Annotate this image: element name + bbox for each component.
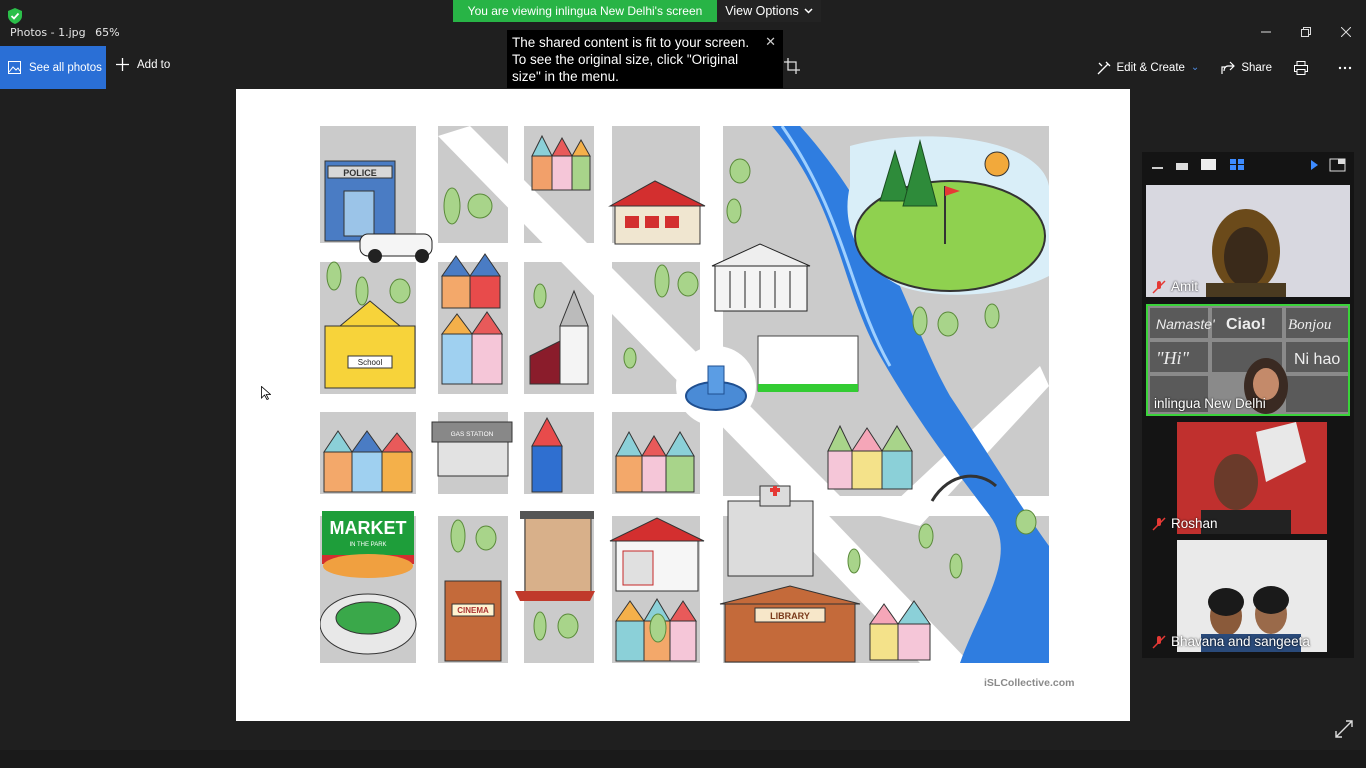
participant-name: Bhavana and sangeeta [1152, 634, 1310, 649]
svg-text:LIBRARY: LIBRARY [770, 611, 810, 621]
participant-tile-bhavana[interactable]: Bhavana and sangeeta [1146, 540, 1350, 652]
share-button[interactable]: Share [1221, 61, 1272, 75]
svg-text:IN THE PARK: IN THE PARK [349, 542, 386, 548]
close-button[interactable] [1326, 18, 1366, 46]
add-to-button[interactable]: Add to [116, 58, 170, 71]
mic-muted-icon [1152, 634, 1166, 649]
gallery-layout-icons [1152, 158, 1346, 172]
participant-tile-roshan[interactable]: Roshan [1146, 422, 1350, 534]
town-map-image: POLICE School GAS STATION MARKET IN THE … [320, 126, 1049, 663]
expand-icon[interactable] [1335, 720, 1353, 738]
watermark: iSLCollective.com [984, 677, 1075, 689]
svg-text:School: School [358, 358, 383, 367]
close-icon [1341, 27, 1351, 37]
svg-text:Bonjou: Bonjou [1288, 317, 1331, 333]
crop-icon[interactable] [784, 58, 800, 74]
more-options-button[interactable] [1338, 66, 1352, 70]
see-all-photos-button[interactable]: See all photos [0, 46, 106, 89]
add-to-label: Add to [137, 58, 171, 71]
bottom-bar [0, 750, 1366, 768]
svg-text:GAS STATION: GAS STATION [451, 431, 494, 438]
participant-tile-inlingua[interactable]: Namaste' Ciao! Bonjou "Hi" Ni hao inling… [1146, 304, 1350, 416]
photos-icon [8, 61, 21, 74]
print-button[interactable] [1294, 60, 1308, 75]
view-options-label: View Options [725, 4, 799, 18]
right-tools: Edit & Create ⌄ Share [1097, 46, 1366, 89]
fit-to-screen-tooltip: The shared content is fit to your screen… [507, 30, 783, 88]
screen: Photos - 1.jpg 65% You are viewing inlin… [0, 0, 1366, 768]
file-name: Photos - 1.jpg [10, 26, 86, 39]
edit-create-label: Edit & Create [1116, 61, 1185, 74]
app-title: Photos - 1.jpg 65% [10, 26, 120, 39]
window-controls [1246, 18, 1366, 46]
participant-name: inlingua New Delhi [1154, 396, 1266, 411]
edit-create-button[interactable]: Edit & Create ⌄ [1097, 61, 1200, 75]
shield-icon [8, 8, 22, 24]
restore-button[interactable] [1286, 18, 1326, 46]
share-label: Share [1241, 61, 1272, 74]
participant-gallery: Amit Namaste' Ciao! Bonjou "Hi" Ni hao i… [1142, 152, 1354, 658]
tooltip-text: The shared content is fit to your screen… [512, 35, 750, 84]
svg-text:Namaste': Namaste' [1156, 316, 1216, 332]
viewing-banner: You are viewing inlingua New Delhi's scr… [453, 0, 717, 22]
plus-icon [116, 58, 129, 71]
svg-text:Ni hao: Ni hao [1294, 351, 1340, 368]
minimize-button[interactable] [1246, 18, 1286, 46]
edit-icon [1097, 61, 1110, 74]
see-all-photos-label: See all photos [29, 61, 102, 74]
zoom-level: 65% [95, 26, 120, 39]
participant-tile-amit[interactable]: Amit [1146, 185, 1350, 297]
participant-name: Roshan [1152, 516, 1218, 531]
svg-text:Ciao!: Ciao! [1226, 316, 1266, 333]
minimize-icon [1261, 31, 1271, 33]
print-icon [1294, 60, 1308, 75]
svg-text:"Hi": "Hi" [1156, 348, 1190, 368]
mic-muted-icon [1152, 516, 1166, 531]
mouse-cursor-icon [261, 386, 271, 400]
svg-text:CINEMA: CINEMA [457, 606, 489, 615]
chevron-down-icon: ⌄ [1190, 62, 1200, 73]
more-icon [1338, 66, 1352, 69]
svg-text:POLICE: POLICE [343, 168, 377, 178]
share-icon [1221, 61, 1236, 74]
tooltip-close-icon[interactable]: ✕ [765, 33, 776, 50]
participant-name: Amit [1152, 279, 1198, 294]
chevron-down-icon [804, 8, 813, 14]
view-options-button[interactable]: View Options [717, 0, 821, 22]
photo-canvas[interactable]: POLICE School GAS STATION MARKET IN THE … [236, 89, 1130, 721]
gallery-toolbar [1142, 152, 1354, 178]
restore-icon [1301, 27, 1311, 37]
mic-muted-icon [1152, 279, 1166, 294]
svg-text:MARKET: MARKET [330, 518, 407, 538]
